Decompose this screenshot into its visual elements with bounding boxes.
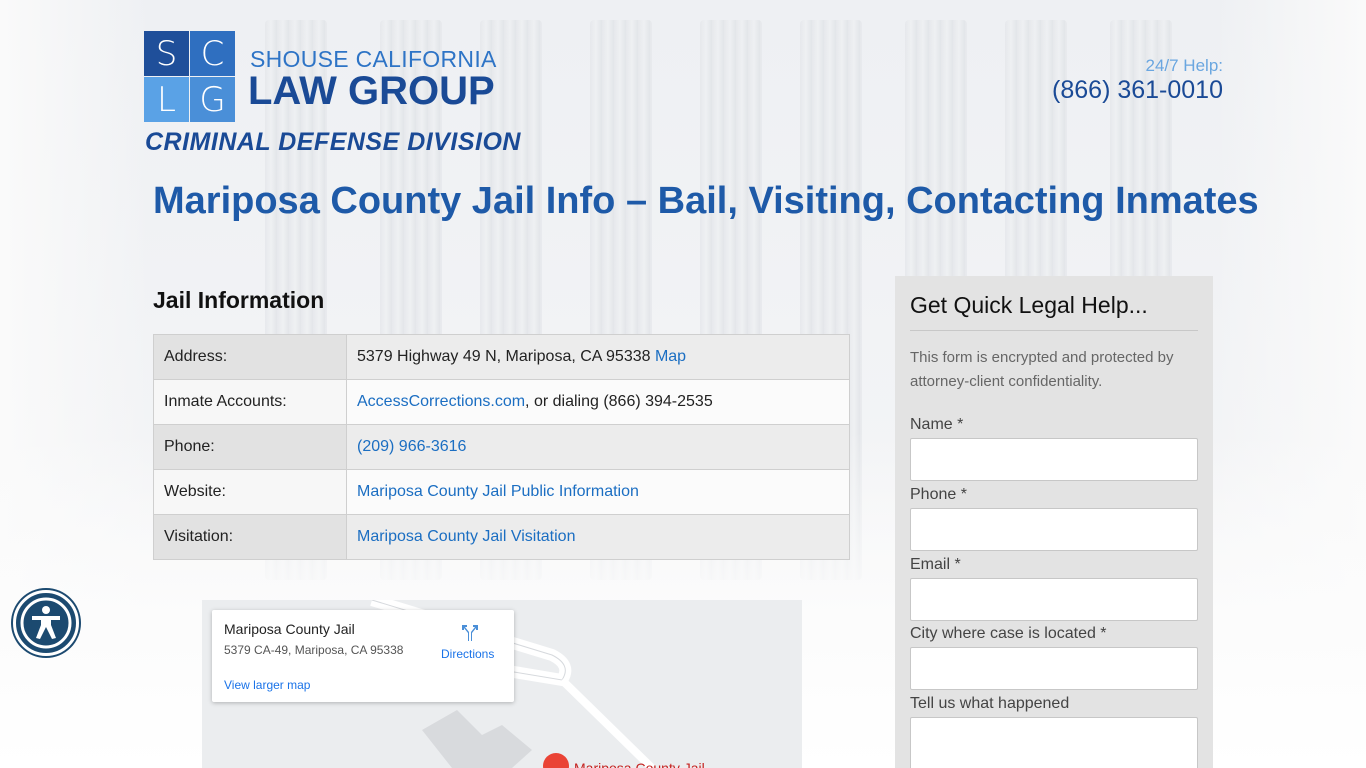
directions-icon[interactable] xyxy=(458,622,480,644)
embedded-map[interactable]: Mariposa County Jail 5379 CA-49, Maripos… xyxy=(202,600,802,768)
inmate-accounts-suffix: , or dialing (866) 394-2535 xyxy=(525,393,713,410)
logo-letter-s: S xyxy=(144,31,189,76)
table-row: Visitation: Mariposa County Jail Visitat… xyxy=(153,514,850,560)
logo-letter-l: L xyxy=(144,77,189,122)
table-row: Website: Mariposa County Jail Public Inf… xyxy=(153,469,850,515)
division-tagline: CRIMINAL DEFENSE DIVISION xyxy=(145,128,521,156)
logo-mark: S C L G xyxy=(144,31,235,122)
table-row: Phone: (209) 966-3616 xyxy=(153,424,850,470)
address-value: 5379 Highway 49 N, Mariposa, CA 95338 Ma… xyxy=(346,334,850,380)
phone-label: Phone * xyxy=(910,486,967,503)
help-phone-link[interactable]: (866) 361-0010 xyxy=(1052,76,1223,105)
story-label: Tell us what happened xyxy=(910,695,1070,712)
map-place-name: Mariposa County Jail xyxy=(224,621,355,637)
inmate-accounts-value: AccessCorrections.com, or dialing (866) … xyxy=(346,379,850,425)
accessibility-icon xyxy=(20,597,72,649)
visitation-key: Visitation: xyxy=(153,514,347,560)
website-key: Website: xyxy=(153,469,347,515)
accessibility-button[interactable] xyxy=(13,590,79,656)
jail-website-link[interactable]: Mariposa County Jail Public Information xyxy=(357,483,639,500)
access-corrections-link[interactable]: AccessCorrections.com xyxy=(357,393,525,410)
story-field[interactable] xyxy=(910,717,1198,768)
map-pin-icon xyxy=(543,753,569,768)
directions-link[interactable]: Directions xyxy=(441,647,494,661)
logo-letter-c: C xyxy=(190,31,235,76)
jail-info-table: Address: 5379 Highway 49 N, Mariposa, CA… xyxy=(153,334,850,560)
table-row: Inmate Accounts: AccessCorrections.com, … xyxy=(153,379,850,425)
address-key: Address: xyxy=(153,334,347,380)
view-larger-map-link[interactable]: View larger map xyxy=(224,678,310,692)
form-divider xyxy=(910,330,1198,331)
page-title: Mariposa County Jail Info – Bail, Visiti… xyxy=(153,180,1259,222)
name-label: Name * xyxy=(910,416,964,433)
help-label: 24/7 Help: xyxy=(1145,56,1224,75)
logo-firm-line2: LAW GROUP xyxy=(248,69,495,113)
map-place-address: 5379 CA-49, Mariposa, CA 95338 xyxy=(224,643,404,657)
jail-info-heading: Jail Information xyxy=(153,287,325,313)
jail-visitation-link[interactable]: Mariposa County Jail Visitation xyxy=(357,528,575,545)
form-title: Get Quick Legal Help... xyxy=(910,292,1148,318)
jail-phone-link[interactable]: (209) 966-3616 xyxy=(357,438,466,455)
city-field[interactable] xyxy=(910,647,1198,690)
website-value: Mariposa County Jail Public Information xyxy=(346,469,850,515)
phone-field[interactable] xyxy=(910,508,1198,551)
email-field[interactable] xyxy=(910,578,1198,621)
visitation-value: Mariposa County Jail Visitation xyxy=(346,514,850,560)
logo-letter-g: G xyxy=(190,77,235,122)
legal-help-form: Get Quick Legal Help... This form is enc… xyxy=(895,276,1213,768)
inmate-accounts-key: Inmate Accounts: xyxy=(153,379,347,425)
phone-value: (209) 966-3616 xyxy=(346,424,850,470)
name-field[interactable] xyxy=(910,438,1198,481)
table-row: Address: 5379 Highway 49 N, Mariposa, CA… xyxy=(153,334,850,380)
email-label: Email * xyxy=(910,556,961,573)
map-pin-label: Mariposa County Jail xyxy=(574,760,705,768)
address-map-link[interactable]: Map xyxy=(655,348,686,365)
phone-key: Phone: xyxy=(153,424,347,470)
address-text: 5379 Highway 49 N, Mariposa, CA 95338 xyxy=(357,348,655,365)
city-label: City where case is located * xyxy=(910,625,1107,642)
form-encryption-note: This form is encrypted and protected by … xyxy=(910,349,1174,390)
map-info-card: Mariposa County Jail 5379 CA-49, Maripos… xyxy=(212,610,514,702)
